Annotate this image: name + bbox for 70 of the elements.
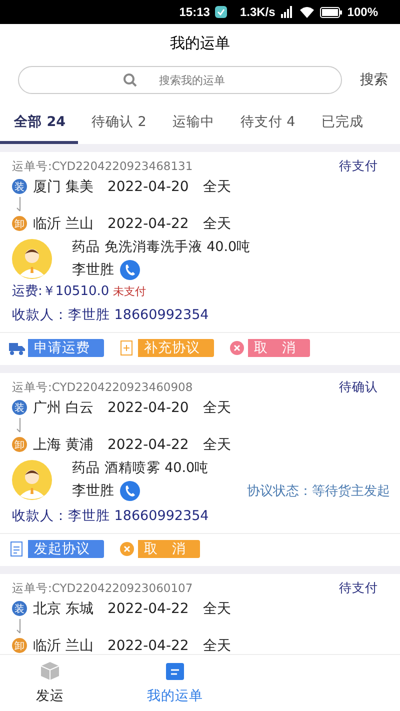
load-badge: 装 [12, 179, 27, 194]
unload-place: 临沂 兰山 [33, 636, 94, 654]
clock-text: 15:13 [179, 5, 210, 19]
close-icon [229, 340, 245, 356]
search-icon [123, 73, 137, 87]
freight-text: 运费:￥10510.0 [12, 283, 110, 300]
filter-tab[interactable]: 待支付 4 [226, 104, 308, 144]
order-status: 待支付 [339, 580, 378, 596]
document-icon [10, 541, 24, 557]
close-icon [119, 541, 135, 557]
app-icon [214, 6, 227, 18]
page-title: 我的运单 [0, 24, 400, 62]
contact-name: 李世胜 [72, 482, 114, 500]
box-icon [40, 661, 60, 681]
nav-tab[interactable]: 发运 [0, 655, 100, 711]
unload-date: 2022-04-22 [107, 638, 189, 654]
unload-place: 上海 黄浦 [33, 436, 94, 454]
order-status: 待支付 [339, 158, 378, 174]
load-time: 全天 [202, 178, 231, 196]
unload-badge: 卸 [12, 638, 27, 653]
phone-icon[interactable] [120, 260, 140, 280]
nav-tab[interactable]: 我的运单 [100, 655, 250, 711]
document-plus-icon [120, 340, 134, 356]
unload-time: 全天 [202, 214, 231, 232]
order-number: 运单号:CYD2204220923468131 [12, 158, 193, 174]
load-date: 2022-04-20 [107, 178, 189, 194]
order-status: 待确认 [339, 378, 378, 396]
unload-place: 临沂 兰山 [33, 214, 94, 232]
load-badge: 装 [12, 601, 27, 616]
payment-status: 未支付 [113, 284, 146, 299]
filter-tab[interactable]: 运输中 [158, 104, 226, 144]
contact-name: 李世胜 [72, 261, 114, 279]
filter-tab[interactable]: 已完成 [307, 104, 376, 144]
load-date: 2022-04-20 [107, 400, 189, 416]
load-badge: 装 [12, 400, 27, 415]
truck-icon [9, 341, 25, 355]
avatar-icon [12, 460, 52, 500]
agreement-status: 协议状态：等待货主发起 [247, 483, 390, 500]
load-place: 厦门 集美 [33, 178, 94, 196]
action-button[interactable]: 申请运费 [6, 339, 104, 357]
action-button[interactable]: 发起协议 [6, 540, 104, 558]
unload-date: 2022-04-22 [107, 436, 189, 452]
avatar-icon [12, 239, 52, 279]
unload-time: 全天 [202, 636, 231, 654]
load-place: 北京 东城 [33, 600, 94, 618]
phone-icon[interactable] [120, 481, 140, 501]
payee-text: 收款人：李世胜 18660992354 [0, 306, 400, 333]
load-place: 广州 白云 [33, 398, 94, 416]
filter-tab[interactable]: 待确认 2 [78, 104, 158, 144]
search-field[interactable]: 搜索我的运单 [18, 66, 342, 94]
unload-time: 全天 [202, 436, 231, 454]
unload-badge: 卸 [12, 437, 27, 452]
document-icon [166, 661, 184, 681]
load-time: 全天 [202, 398, 231, 416]
unload-date: 2022-04-22 [107, 216, 189, 232]
order-number: 运单号:CYD2204220923460908 [12, 380, 193, 394]
unload-badge: 卸 [12, 216, 27, 231]
network-speed-text: 1.3K/s [240, 5, 276, 19]
signal-icon [280, 6, 294, 18]
load-time: 全天 [202, 600, 231, 618]
goods-text: 药品 酒精喷雾 40.0吨 [72, 459, 210, 477]
filter-tab[interactable]: 全部 24 [0, 104, 78, 144]
load-date: 2022-04-22 [107, 600, 189, 616]
battery-icon [320, 6, 342, 18]
search-button[interactable]: 搜索 [360, 71, 388, 89]
order-number: 运单号:CYD2204220923060107 [12, 580, 193, 596]
battery-text: 100% [347, 5, 378, 19]
payee-text: 收款人：李世胜 18660992354 [0, 507, 400, 534]
goods-text: 药品 免洗消毒洗手液 40.0吨 [72, 238, 252, 256]
wifi-icon [299, 6, 316, 18]
